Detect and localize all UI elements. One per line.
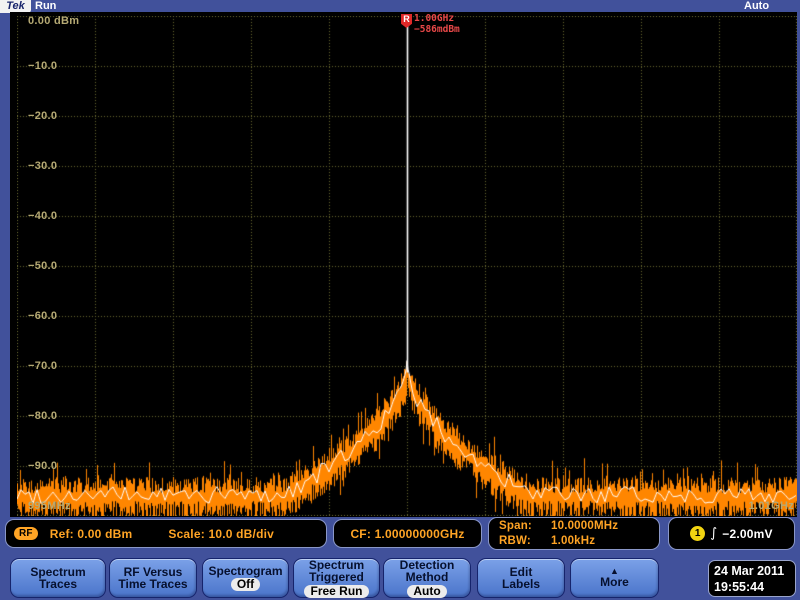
trigger-level-value: −2.00mV xyxy=(722,527,772,541)
menu-button-more[interactable]: ▲More xyxy=(570,558,659,598)
menu-button-detection-method[interactable]: DetectionMethodAuto xyxy=(383,558,471,598)
rbw-label: RBW: xyxy=(499,534,551,549)
menu-button-spectrum-triggered[interactable]: SpectrumTriggeredFree Run xyxy=(293,558,380,598)
menu-button-label: Triggered xyxy=(309,571,364,584)
menu-button-label: Labels xyxy=(502,578,540,591)
menu-button-spectrogram[interactable]: SpectrogramOff xyxy=(202,558,289,598)
menu-button-label: Traces xyxy=(39,578,77,591)
span-rbw-readout: Span: 10.0000MHz RBW: 1.00kHz xyxy=(488,517,660,550)
menu-button-edit-labels[interactable]: EditLabels xyxy=(477,558,565,598)
span-row: Span: 10.0000MHz xyxy=(489,519,659,534)
menu-button-spectrum-traces[interactable]: SpectrumTraces xyxy=(10,558,106,598)
x-axis-left-label: 995MHz xyxy=(28,499,71,513)
date-time-display: 24 Mar 2011 19:55:44 xyxy=(708,560,796,597)
menu-button-label: Method xyxy=(406,571,449,584)
menu-button-value: Free Run xyxy=(304,585,368,598)
y-axis-tick-label: −30.0 xyxy=(28,159,57,173)
ref-level-readout: Ref: 0.00 dBm xyxy=(50,527,133,541)
ref-level-label: 0.00 dBm xyxy=(28,14,79,28)
time-value: 19:55:44 xyxy=(714,579,795,595)
rf-badge: RF xyxy=(14,527,38,540)
center-frequency-readout: CF: 1.00000000GHz xyxy=(333,519,482,548)
trigger-readout: 1 ∫ −2.00mV xyxy=(668,517,795,550)
spectrum-display: 0.00 dBm 995MHz 1.01GHz R 1.00GHz −586md… xyxy=(10,12,797,517)
channel-1-badge: 1 xyxy=(690,526,705,541)
menu-button-rf-versus-time-traces[interactable]: RF VersusTime Traces xyxy=(109,558,197,598)
marker-frequency: 1.00GHz xyxy=(414,13,460,24)
span-label: Span: xyxy=(499,519,551,534)
y-axis-tick-label: −40.0 xyxy=(28,209,57,223)
marker-amplitude: −586mdBm xyxy=(414,24,460,35)
y-axis-tick-label: −70.0 xyxy=(28,359,57,373)
y-axis-tick-label: −80.0 xyxy=(28,409,57,423)
scale-readout: Scale: 10.0 dB/div xyxy=(168,527,274,541)
menu-button-label: More xyxy=(600,576,629,589)
menu-button-label: Spectrogram xyxy=(208,565,282,578)
date-value: 24 Mar 2011 xyxy=(714,563,795,579)
menu-button-value: Auto xyxy=(407,585,446,598)
rbw-value: 1.00kHz xyxy=(551,534,595,549)
y-axis-tick-label: −20.0 xyxy=(28,109,57,123)
rf-reference-readout: RF Ref: 0.00 dBm Scale: 10.0 dB/div xyxy=(5,519,327,548)
marker-readout: 1.00GHz −586mdBm xyxy=(414,13,460,35)
rbw-row: RBW: 1.00kHz xyxy=(489,534,659,549)
spectrum-plot-canvas xyxy=(17,16,797,516)
y-axis-tick-label: −90.0 xyxy=(28,459,57,473)
span-value: 10.0000MHz xyxy=(551,519,618,534)
menu-button-value: Off xyxy=(231,578,260,591)
x-axis-right-label: 1.01GHz xyxy=(748,499,794,513)
y-axis-tick-label: −50.0 xyxy=(28,259,57,273)
y-axis-tick-label: −60.0 xyxy=(28,309,57,323)
cf-value: CF: 1.00000000GHz xyxy=(350,527,464,541)
trigger-slope-icon: ∫ xyxy=(710,526,717,541)
menu-button-label: Time Traces xyxy=(118,578,187,591)
y-axis-tick-label: −10.0 xyxy=(28,59,57,73)
